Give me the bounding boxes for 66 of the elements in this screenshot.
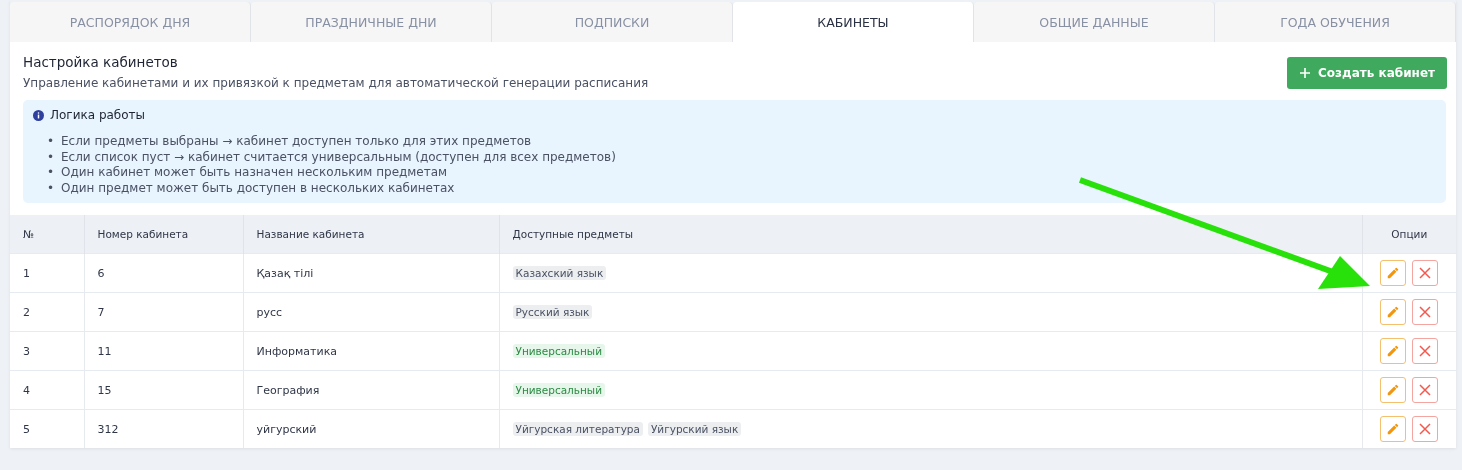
info-item: Один предмет может быть доступен в нескольких кабинетах bbox=[61, 180, 455, 196]
edit-button[interactable] bbox=[1380, 416, 1407, 442]
create-button[interactable]: Создать кабинет bbox=[1287, 57, 1447, 89]
table-cell: 3 bbox=[10, 331, 84, 371]
bullet-mark: • bbox=[47, 149, 53, 165]
edit-button[interactable] bbox=[1380, 377, 1407, 403]
pencil-icon bbox=[1386, 422, 1401, 436]
tab[interactable]: КАБИНЕТЫ bbox=[733, 2, 974, 42]
delete-button[interactable] bbox=[1412, 338, 1439, 364]
delete-button[interactable] bbox=[1412, 299, 1439, 325]
subject-tag: Русский язык bbox=[512, 305, 593, 319]
subject-tag: Универсальный bbox=[512, 344, 605, 358]
info-icon bbox=[33, 109, 44, 121]
edit-button[interactable] bbox=[1380, 260, 1407, 286]
column-header: Доступные предметы bbox=[499, 215, 1362, 254]
table-cell: Информатика bbox=[243, 331, 499, 371]
close-icon bbox=[1419, 345, 1432, 357]
delete-button[interactable] bbox=[1412, 416, 1439, 442]
subject-tag: Универсальный bbox=[512, 383, 605, 397]
column-header: Название кабинета bbox=[243, 215, 499, 254]
close-icon bbox=[1419, 384, 1432, 396]
info-item: Если список пуст → кабинет считается универсальным (доступен для всех предметов) bbox=[61, 149, 616, 165]
pencil-icon bbox=[1386, 383, 1401, 397]
info-item: Один кабинет может быть назначен нескольким предметам bbox=[61, 165, 448, 181]
tab[interactable]: ПОДПИСКИ bbox=[492, 2, 733, 42]
subject-tag: Уйгурская литература bbox=[512, 422, 643, 436]
bullet-mark: • bbox=[47, 180, 53, 196]
bullet-mark: • bbox=[47, 134, 53, 150]
table-cell: 312 bbox=[84, 409, 243, 448]
table-cell: 15 bbox=[84, 370, 243, 410]
delete-button[interactable] bbox=[1412, 260, 1439, 286]
section-title: Настройка кабинетов bbox=[23, 54, 179, 70]
column-header: Номер кабинета bbox=[84, 215, 243, 254]
info-item: Если предметы выбраны → кабинет доступен только для этих предметов bbox=[61, 134, 532, 150]
tab[interactable]: ГОДА ОБУЧЕНИЯ bbox=[1215, 2, 1456, 42]
tab[interactable]: ОБЩИЕ ДАННЫЕ bbox=[974, 2, 1215, 42]
pencil-icon bbox=[1386, 305, 1401, 319]
edit-button[interactable] bbox=[1380, 299, 1407, 325]
column-header: Опции bbox=[1362, 215, 1456, 254]
table-cell: Қазақ тілі bbox=[243, 253, 499, 293]
close-icon bbox=[1419, 267, 1432, 279]
subject-tag: Уйгурский язык bbox=[647, 422, 742, 436]
delete-button[interactable] bbox=[1412, 377, 1439, 403]
close-icon bbox=[1419, 423, 1432, 435]
table-cell: русс bbox=[243, 292, 499, 332]
table-cell: 4 bbox=[10, 370, 84, 410]
info-title: Логика работы bbox=[50, 108, 146, 122]
pencil-icon bbox=[1386, 266, 1401, 280]
table-cell: География bbox=[243, 370, 499, 410]
tab[interactable]: РАСПОРЯДОК ДНЯ bbox=[10, 2, 251, 42]
table-cell: уйгурский bbox=[243, 409, 499, 448]
table-cell: 7 bbox=[84, 292, 243, 332]
table-cell: 5 bbox=[10, 409, 84, 448]
table-cell: 2 bbox=[10, 292, 84, 332]
section-description: Управление кабинетами и их привязкой к предметам для автоматической генерации расписания bbox=[23, 76, 649, 90]
table-cell: 1 bbox=[10, 253, 84, 293]
tab[interactable]: ПРАЗДНИЧНЫЕ ДНИ bbox=[251, 2, 492, 42]
pencil-icon bbox=[1386, 344, 1401, 358]
close-icon bbox=[1419, 306, 1432, 318]
column-header: № bbox=[10, 215, 84, 254]
subject-tag: Казахский язык bbox=[512, 266, 607, 280]
plus-icon bbox=[1299, 67, 1312, 79]
table-cell: 11 bbox=[84, 331, 243, 371]
edit-button[interactable] bbox=[1380, 338, 1407, 364]
bullet-mark: • bbox=[47, 165, 53, 181]
table-cell: 6 bbox=[84, 253, 243, 293]
